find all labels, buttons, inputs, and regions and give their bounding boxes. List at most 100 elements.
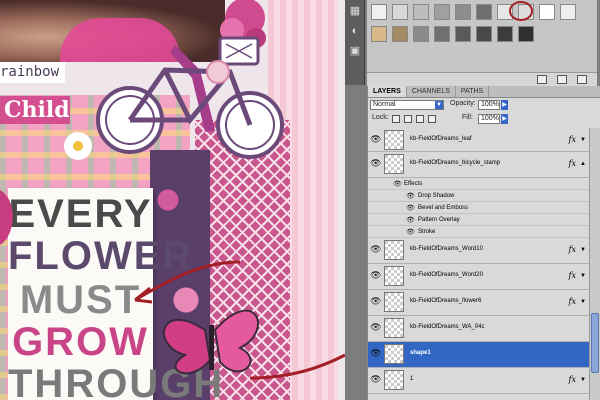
lock-label: Lock:: [372, 114, 389, 121]
fx-icon[interactable]: fx: [569, 135, 576, 144]
new-style-icon[interactable]: [537, 75, 547, 84]
style-swatch[interactable]: [539, 4, 555, 20]
layer-thumbnail: [384, 318, 404, 338]
opacity-field[interactable]: 100%: [478, 100, 500, 110]
create-style-icon[interactable]: [557, 75, 567, 84]
chevron-down-icon[interactable]: ▼: [580, 273, 586, 279]
style-swatch[interactable]: [434, 26, 450, 42]
effects-row[interactable]: 👁 Effects: [368, 178, 590, 190]
layer-row[interactable]: 👁 kb-FieldOfDreams_Word10 fx ▼: [368, 238, 590, 264]
eye-icon[interactable]: 👁: [370, 323, 381, 332]
eye-icon[interactable]: 👁: [370, 349, 381, 358]
lock-position-icon[interactable]: [416, 115, 424, 123]
layer-thumbnail: [384, 240, 404, 260]
eye-icon[interactable]: 👁: [370, 135, 381, 144]
eye-icon[interactable]: 👁: [370, 271, 381, 280]
tab-paths[interactable]: PATHS: [456, 86, 490, 97]
style-swatch[interactable]: [434, 4, 450, 20]
lock-row: Lock: Fill: 100% ▶: [368, 112, 600, 126]
eye-icon[interactable]: 👁: [370, 297, 381, 306]
delete-style-icon[interactable]: [577, 75, 587, 84]
layer-row[interactable]: 👁 kb-FieldOfDreams_Word20 fx ▼: [368, 264, 590, 290]
eye-icon[interactable]: 👁: [406, 204, 415, 213]
effect-name: Drop Shadow: [418, 193, 455, 199]
layer-row[interactable]: 👁 kb-FieldOfDreams_flower6 fx ▼: [368, 290, 590, 316]
panel-toolstrip: ▦ ◐ ▣: [345, 0, 365, 85]
blend-mode-value: Normal: [373, 101, 396, 108]
fx-icon[interactable]: fx: [569, 245, 576, 254]
annotation-arrow-icon: [134, 260, 241, 302]
style-swatch[interactable]: [455, 4, 471, 20]
style-swatch[interactable]: [392, 4, 408, 20]
style-swatch[interactable]: [413, 26, 429, 42]
lock-transparency-icon[interactable]: [392, 115, 400, 123]
layer-thumbnail: [384, 130, 404, 150]
eye-icon[interactable]: 👁: [406, 216, 415, 225]
style-swatch[interactable]: [560, 4, 576, 20]
style-swatch[interactable]: [371, 26, 387, 42]
eye-icon[interactable]: 👁: [370, 375, 381, 384]
butterfly-wing-icon: [0, 190, 13, 245]
fx-icon[interactable]: fx: [569, 375, 576, 384]
layer-row[interactable]: 👁 kb-FieldOfDreams_WA_04c: [368, 316, 590, 342]
eye-icon[interactable]: 👁: [370, 245, 381, 254]
chevron-down-icon[interactable]: ▼: [580, 299, 586, 305]
layer-row-selected[interactable]: 👁 shape1: [368, 342, 590, 368]
chevron-down-icon[interactable]: ▼: [580, 137, 586, 143]
annotation-arrow-icon-2: [249, 353, 345, 380]
fill-field[interactable]: 100%: [478, 114, 500, 124]
layer-row[interactable]: 👁 1 fx ▼: [368, 368, 590, 394]
scrollbar-thumb[interactable]: [591, 313, 599, 373]
embellishments: [0, 0, 345, 380]
tab-channels[interactable]: CHANNELS: [407, 86, 456, 97]
effect-row[interactable]: 👁 Pattern Overlay: [368, 214, 590, 226]
eye-icon[interactable]: 👁: [393, 180, 402, 189]
chevron-down-icon: ▼: [435, 101, 443, 109]
document-canvas[interactable]: rainbow Child EVERY FLOWER MUST GROW THR…: [0, 0, 345, 400]
style-swatch[interactable]: [476, 4, 492, 20]
effect-row[interactable]: 👁 Stroke: [368, 226, 590, 238]
fx-icon[interactable]: fx: [569, 297, 576, 306]
layer-name: kb-FieldOfDreams_Word10: [410, 246, 483, 252]
layer-name: kb-FieldOfDreams_Word20: [410, 272, 483, 278]
layer-thumbnail: [384, 154, 404, 174]
effect-row[interactable]: 👁 Drop Shadow: [368, 190, 590, 202]
chevron-down-icon[interactable]: ▼: [580, 377, 586, 383]
red-circle-annotation-icon: [509, 1, 533, 21]
style-swatch[interactable]: [413, 4, 429, 20]
lock-image-icon[interactable]: [404, 115, 412, 123]
layer-row[interactable]: 👁 kb-FieldOfDreams_bicycle_stamp fx ▲: [368, 152, 590, 178]
style-swatch[interactable]: [476, 26, 492, 42]
fx-icon[interactable]: fx: [569, 271, 576, 280]
layer-name: 1: [410, 376, 414, 382]
eye-icon[interactable]: 👁: [370, 159, 381, 168]
layer-name: kb-FieldOfDreams_flower6: [410, 298, 482, 304]
style-swatch[interactable]: [455, 26, 471, 42]
effect-row[interactable]: 👁 Bevel and Emboss: [368, 202, 590, 214]
opacity-label: Opacity:: [450, 100, 476, 107]
layer-name: kb-FieldOfDreams_WA_04c: [410, 324, 485, 330]
eye-icon[interactable]: 👁: [406, 192, 415, 201]
eye-icon[interactable]: 👁: [406, 228, 415, 237]
opacity-slider-arrow-icon[interactable]: ▶: [501, 100, 508, 110]
tab-layers[interactable]: LAYERS: [368, 86, 407, 97]
styles-panel-footer: [367, 72, 597, 86]
style-swatch[interactable]: [518, 26, 534, 42]
navigator-icon[interactable]: ◐: [348, 24, 362, 38]
styles-panel-icon[interactable]: ▦: [348, 4, 362, 18]
lock-all-icon[interactable]: [428, 115, 436, 123]
info-panel-icon[interactable]: ▣: [348, 44, 362, 58]
layer-row[interactable]: 👁 kb-FieldOfDreams_leaf fx ▼: [368, 128, 590, 152]
blend-mode-select[interactable]: Normal ▼: [370, 100, 444, 110]
layers-scrollbar[interactable]: [589, 128, 600, 400]
style-swatch[interactable]: [371, 4, 387, 20]
layer-name: shape1: [410, 350, 431, 356]
chevron-up-icon[interactable]: ▲: [580, 161, 586, 167]
style-swatch[interactable]: [497, 26, 513, 42]
fill-slider-arrow-icon[interactable]: ▶: [501, 114, 508, 124]
fx-icon[interactable]: fx: [569, 159, 576, 168]
chevron-down-icon[interactable]: ▼: [580, 247, 586, 253]
style-swatch[interactable]: [392, 26, 408, 42]
photoshop-panels: ▦ ◐ ▣ LAYERS CHANNELS PATHS Normal ▼ Opa…: [345, 0, 600, 400]
layer-name: kb-FieldOfDreams_leaf: [410, 136, 472, 142]
